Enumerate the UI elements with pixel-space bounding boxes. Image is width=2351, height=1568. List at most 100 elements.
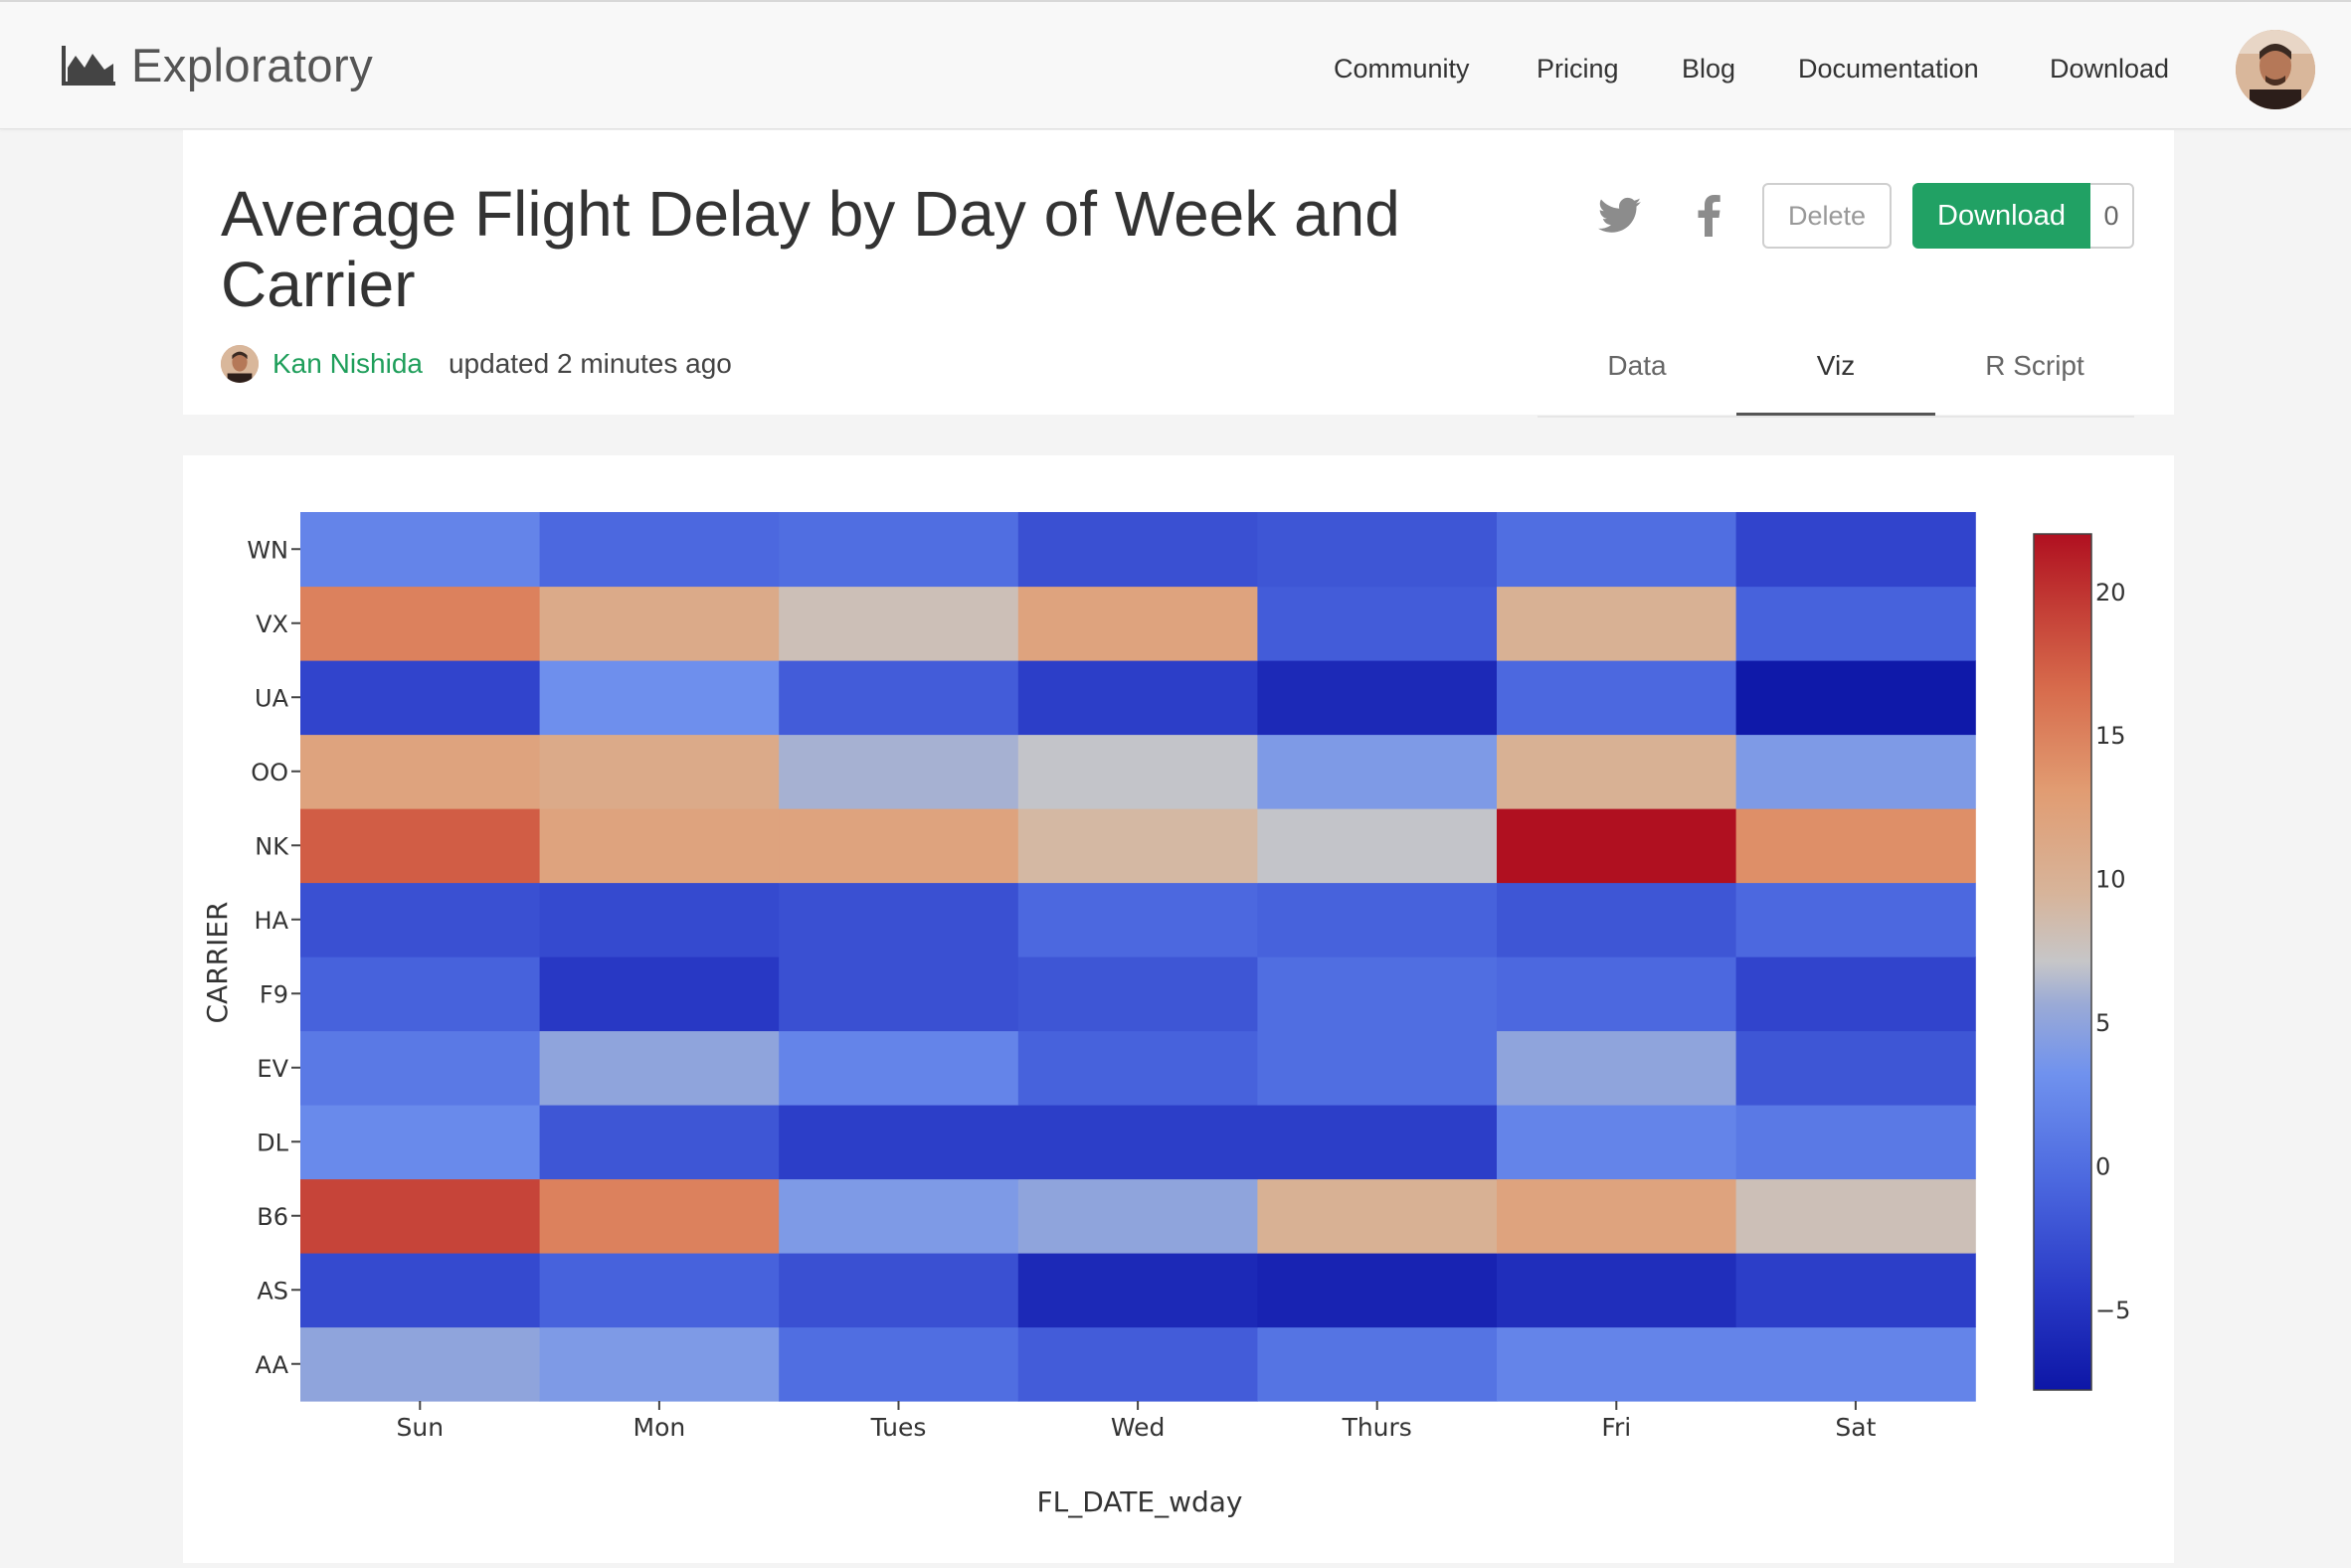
- heatmap-cell[interactable]: [539, 957, 780, 1032]
- download-button[interactable]: Download: [1912, 183, 2090, 249]
- heatmap-cell[interactable]: [1735, 1178, 1976, 1254]
- heatmap-cell[interactable]: [1257, 512, 1498, 588]
- heatmap-cell[interactable]: [779, 1326, 1019, 1402]
- tab-r-script[interactable]: R Script: [1935, 338, 2134, 416]
- heatmap-cell[interactable]: [1017, 1030, 1258, 1106]
- heatmap-cell[interactable]: [1017, 660, 1258, 736]
- heatmap-cell[interactable]: [1017, 1105, 1258, 1180]
- heatmap-cell[interactable]: [779, 808, 1019, 884]
- author-link[interactable]: Kan Nishida: [272, 348, 423, 380]
- heatmap-cell[interactable]: [1735, 660, 1976, 736]
- heatmap-cell[interactable]: [1257, 808, 1498, 884]
- heatmap-cell[interactable]: [300, 1253, 541, 1328]
- heatmap-cell[interactable]: [779, 957, 1019, 1032]
- heatmap-cell[interactable]: [1735, 512, 1976, 588]
- heatmap-cell[interactable]: [1497, 957, 1737, 1032]
- heatmap-cell[interactable]: [1497, 1253, 1737, 1328]
- heatmap-cell[interactable]: [1497, 734, 1737, 809]
- heatmap-cell[interactable]: [300, 957, 541, 1032]
- heatmap-cell[interactable]: [1257, 882, 1498, 958]
- heatmap-cell[interactable]: [1257, 1030, 1498, 1106]
- heatmap-cell[interactable]: [1017, 734, 1258, 809]
- heatmap-cell[interactable]: [1017, 957, 1258, 1032]
- heatmap-cell[interactable]: [539, 1105, 780, 1180]
- heatmap-cell[interactable]: [300, 1326, 541, 1402]
- heatmap-cell[interactable]: [539, 1178, 780, 1254]
- heatmap-cell[interactable]: [300, 808, 541, 884]
- heatmap-cell[interactable]: [779, 734, 1019, 809]
- heatmap-cell[interactable]: [300, 882, 541, 958]
- nav-download[interactable]: Download: [2050, 54, 2169, 85]
- heatmap-cell[interactable]: [1017, 1178, 1258, 1254]
- heatmap-cell[interactable]: [1735, 1326, 1976, 1402]
- heatmap-cell[interactable]: [1735, 734, 1976, 809]
- heatmap-cell[interactable]: [1497, 1178, 1737, 1254]
- heatmap-cell[interactable]: [1017, 808, 1258, 884]
- author-avatar[interactable]: [221, 345, 259, 383]
- heatmap-cell[interactable]: [539, 660, 780, 736]
- nav-documentation[interactable]: Documentation: [1798, 54, 1979, 85]
- heatmap-cell[interactable]: [539, 1030, 780, 1106]
- nav-community[interactable]: Community: [1334, 54, 1470, 85]
- heatmap-cell[interactable]: [539, 1326, 780, 1402]
- heatmap-cell[interactable]: [539, 1253, 780, 1328]
- heatmap-cell[interactable]: [779, 512, 1019, 588]
- heatmap-cell[interactable]: [1257, 1326, 1498, 1402]
- heatmap-cell[interactable]: [1497, 512, 1737, 588]
- heatmap-cell[interactable]: [539, 512, 780, 588]
- heatmap-cell[interactable]: [1257, 734, 1498, 809]
- user-avatar[interactable]: [2236, 30, 2315, 109]
- heatmap-cell[interactable]: [300, 660, 541, 736]
- heatmap-cell[interactable]: [300, 734, 541, 809]
- heatmap-cell[interactable]: [1735, 882, 1976, 958]
- heatmap-cell[interactable]: [1735, 808, 1976, 884]
- heatmap-cell[interactable]: [1017, 586, 1258, 661]
- heatmap-cell[interactable]: [1497, 1326, 1737, 1402]
- heatmap-cell[interactable]: [300, 512, 541, 588]
- heatmap-cell[interactable]: [539, 734, 780, 809]
- heatmap-cell[interactable]: [1257, 957, 1498, 1032]
- heatmap-cell[interactable]: [1257, 1178, 1498, 1254]
- heatmap-cell[interactable]: [1497, 808, 1737, 884]
- heatmap-cell[interactable]: [779, 586, 1019, 661]
- heatmap-cell[interactable]: [1735, 1030, 1976, 1106]
- twitter-icon[interactable]: [1595, 191, 1645, 241]
- heatmap-cell[interactable]: [779, 1178, 1019, 1254]
- heatmap-cell[interactable]: [1257, 1253, 1498, 1328]
- heatmap-cell[interactable]: [1497, 1105, 1737, 1180]
- heatmap-cell[interactable]: [1257, 1105, 1498, 1180]
- heatmap-cell[interactable]: [300, 1178, 541, 1254]
- heatmap-cell[interactable]: [300, 1105, 541, 1180]
- heatmap-cell[interactable]: [1497, 882, 1737, 958]
- heatmap-cell[interactable]: [1497, 586, 1737, 661]
- heatmap-cell[interactable]: [1497, 1030, 1737, 1106]
- tab-data[interactable]: Data: [1537, 338, 1736, 416]
- heatmap-cell[interactable]: [539, 808, 780, 884]
- heatmap-cell[interactable]: [1017, 882, 1258, 958]
- heatmap-cell[interactable]: [539, 586, 780, 661]
- heatmap-cell[interactable]: [300, 1030, 541, 1106]
- heatmap-cell[interactable]: [779, 1030, 1019, 1106]
- heatmap-cell[interactable]: [779, 1253, 1019, 1328]
- heatmap-cell[interactable]: [1017, 1326, 1258, 1402]
- heatmap-cell[interactable]: [1735, 957, 1976, 1032]
- heatmap-cell[interactable]: [1017, 512, 1258, 588]
- nav-pricing[interactable]: Pricing: [1537, 54, 1619, 85]
- heatmap-cell[interactable]: [539, 882, 780, 958]
- heatmap-chart[interactable]: AA AS B6 DL EV F9 HA NK OO UA VX WN Sun Mon Tues Wed Th…: [183, 455, 2174, 1563]
- heatmap-cell[interactable]: [1735, 586, 1976, 661]
- heatmap-cell[interactable]: [779, 882, 1019, 958]
- heatmap-cell[interactable]: [1257, 660, 1498, 736]
- heatmap-cell[interactable]: [300, 586, 541, 661]
- heatmap-cell[interactable]: [1257, 586, 1498, 661]
- nav-blog[interactable]: Blog: [1682, 54, 1735, 85]
- heatmap-cell[interactable]: [1735, 1105, 1976, 1180]
- heatmap-cell[interactable]: [779, 1105, 1019, 1180]
- heatmap-cell[interactable]: [1497, 660, 1737, 736]
- facebook-icon[interactable]: [1685, 191, 1734, 241]
- tab-viz[interactable]: Viz: [1736, 338, 1935, 416]
- heatmap-cell[interactable]: [1735, 1253, 1976, 1328]
- heatmap-cell[interactable]: [1017, 1253, 1258, 1328]
- heatmap-cell[interactable]: [779, 660, 1019, 736]
- delete-button[interactable]: Delete: [1762, 183, 1892, 249]
